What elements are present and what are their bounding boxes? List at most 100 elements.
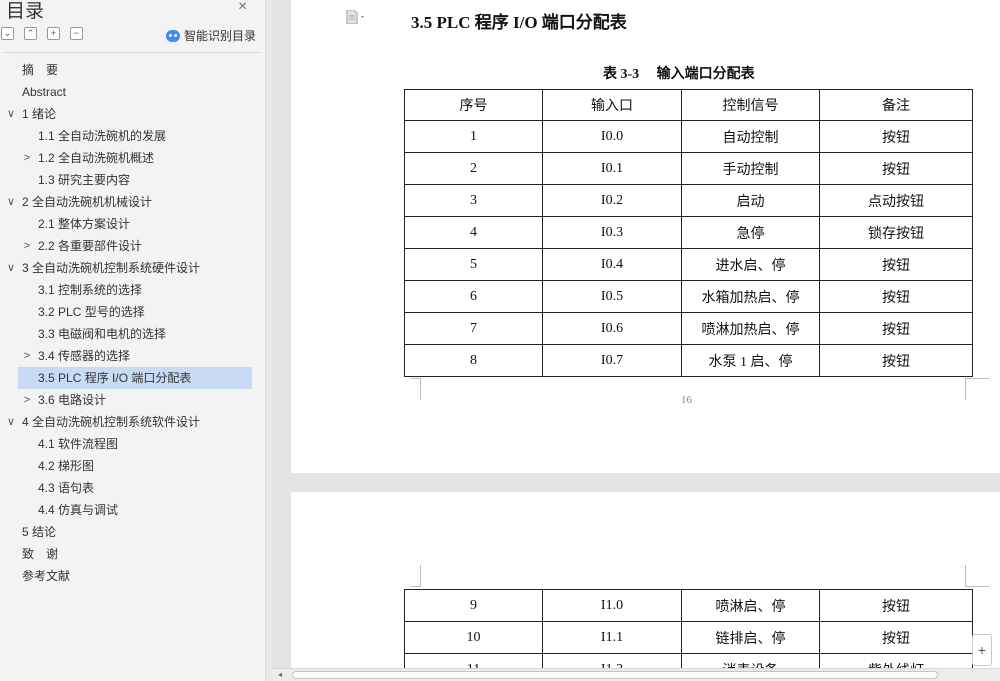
- table-cell: 6: [404, 280, 543, 313]
- scrollbar-thumb[interactable]: [292, 671, 938, 679]
- table-row: 1 I0.0 自动控制 按钮: [404, 120, 973, 153]
- toc-item[interactable]: 摘 要: [0, 59, 262, 81]
- scroll-left-icon[interactable]: ◂: [278, 670, 282, 679]
- toc-item[interactable]: 3.3 电磁阀和电机的选择: [0, 323, 262, 345]
- table-row: 2 I0.1 手动控制 按钮: [404, 152, 973, 185]
- smart-toc-label: 智能识别目录: [184, 29, 257, 43]
- smart-toc-button[interactable]: 智能识别目录: [166, 27, 256, 44]
- chevron-down-icon[interactable]: ∨: [6, 257, 16, 279]
- document-icon[interactable]: [345, 10, 367, 24]
- horizontal-scrollbar[interactable]: ◂: [272, 668, 1000, 681]
- chevron-right-icon[interactable]: >: [22, 389, 32, 411]
- table-cell: 按钮: [819, 621, 973, 654]
- toc-item[interactable]: 1.3 研究主要内容: [0, 169, 262, 191]
- chevron-down-icon[interactable]: ∨: [6, 411, 16, 433]
- table-cell: I0.4: [542, 248, 682, 281]
- toc-item[interactable]: ∨ 4 全自动洗碗机控制系统软件设计: [0, 411, 262, 433]
- toc-item[interactable]: 3.1 控制系统的选择: [0, 279, 262, 301]
- table-cell: I0.6: [542, 312, 682, 345]
- section-heading: 3.5 PLC 程序 I/O 端口分配表: [411, 13, 627, 32]
- table-cell: 按钮: [819, 344, 973, 377]
- toc-item-active[interactable]: 3.5 PLC 程序 I/O 端口分配表: [18, 367, 252, 389]
- collapse-all-icon[interactable]: ⌄: [1, 27, 14, 40]
- toc-item[interactable]: >1.2 全自动洗碗机概述: [0, 147, 262, 169]
- chevron-down-icon[interactable]: ∨: [6, 191, 16, 213]
- toc-item[interactable]: 4.3 语句表: [0, 477, 262, 499]
- toc-item[interactable]: >2.2 各重要部件设计: [0, 235, 262, 257]
- toc-item[interactable]: 4.1 软件流程图: [0, 433, 262, 455]
- toc-item[interactable]: 4.2 梯形图: [0, 455, 262, 477]
- table-row: 7 I0.6 喷淋加热启、停 按钮: [404, 312, 973, 345]
- document-page: 3.5 PLC 程序 I/O 端口分配表 表 3-3 输入端口分配表 序号 输入…: [291, 0, 1000, 473]
- table-cell: 7: [404, 312, 543, 345]
- expand-all-icon[interactable]: ⌃: [24, 27, 37, 40]
- table-cell: 按钮: [819, 248, 973, 281]
- chevron-right-icon[interactable]: >: [22, 235, 32, 257]
- table-cell: 进水启、停: [681, 248, 820, 281]
- table-header: 输入口: [542, 89, 682, 121]
- table-cell: 喷淋加热启、停: [681, 312, 820, 345]
- divider: [4, 52, 260, 53]
- table-cell: 8: [404, 344, 543, 377]
- table-header: 控制信号: [681, 89, 820, 121]
- ai-icon: [166, 29, 180, 42]
- table-cell: I0.1: [542, 152, 682, 185]
- table-cell: I0.2: [542, 184, 682, 217]
- crop-mark: [411, 565, 421, 587]
- table-cell: 按钮: [819, 120, 973, 153]
- toc-item[interactable]: 参考文献: [0, 565, 262, 587]
- zoom-plus-button[interactable]: +: [972, 634, 992, 666]
- io-table: 序号 输入口 控制信号 备注 1 I0.0 自动控制 按钮 2 I0.1 手动控制 按钮 3…: [404, 89, 973, 377]
- toc-list: 摘 要 Abstract ∨ 1 绪论 1.1 全自动洗碗机的发展 >1.2 全自…: [0, 59, 262, 587]
- table-row: 5 I0.4 进水启、停 按钮: [404, 248, 973, 281]
- table-cell: 1: [404, 120, 543, 153]
- table-cell: 9: [404, 589, 543, 622]
- table-cell: 手动控制: [681, 152, 820, 185]
- table-cell: 3: [404, 184, 543, 217]
- table-row: 4 I0.3 急停 锁存按钮: [404, 216, 973, 249]
- toc-item[interactable]: >3.6 电路设计: [0, 389, 262, 411]
- toc-item[interactable]: Abstract: [0, 81, 262, 103]
- table-row: 8 I0.7 水泵 1 启、停 按钮: [404, 344, 973, 377]
- table-row: 6 I0.5 水箱加热启、停 按钮: [404, 280, 973, 313]
- toc-item[interactable]: 3.2 PLC 型号的选择: [0, 301, 262, 323]
- table-cell: I0.7: [542, 344, 682, 377]
- toc-item[interactable]: ∨ 3 全自动洗碗机控制系统硬件设计: [0, 257, 262, 279]
- table-header: 序号: [404, 89, 543, 121]
- table-cell: 2: [404, 152, 543, 185]
- toc-item[interactable]: 4.4 仿真与调试: [0, 499, 262, 521]
- table-cell: 锁存按钮: [819, 216, 973, 249]
- toc-item[interactable]: ∨ 1 绪论: [0, 103, 262, 125]
- crop-mark: [411, 378, 421, 400]
- toc-item[interactable]: 2.1 整体方案设计: [0, 213, 262, 235]
- toc-item[interactable]: 1.1 全自动洗碗机的发展: [0, 125, 262, 147]
- table-cell: 5: [404, 248, 543, 281]
- table-row: 9 I1.0 喷淋启、停 按钮: [404, 589, 973, 622]
- chevron-right-icon[interactable]: >: [22, 345, 32, 367]
- crop-mark: [965, 378, 989, 400]
- table-cell: 自动控制: [681, 120, 820, 153]
- table-row: 3 I0.2 启动 点动按钮: [404, 184, 973, 217]
- chevron-down-icon[interactable]: ∨: [6, 103, 16, 125]
- remove-heading-icon[interactable]: −: [70, 27, 83, 40]
- add-heading-icon[interactable]: +: [47, 27, 60, 40]
- table-cell: 启动: [681, 184, 820, 217]
- document-page: 9I1.0喷淋启、停按钮 10I1.1链排启、停按钮 11I1.2消毒设备紫外线…: [291, 492, 1000, 681]
- table-cell: 急停: [681, 216, 820, 249]
- table-cell: I1.0: [542, 589, 682, 622]
- table-cell: 水箱加热启、停: [681, 280, 820, 313]
- close-icon[interactable]: ×: [238, 0, 247, 16]
- table-cell: 链排启、停: [681, 621, 820, 654]
- document-view: 3.5 PLC 程序 I/O 端口分配表 表 3-3 输入端口分配表 序号 输入…: [272, 0, 1000, 681]
- table-cell: I1.1: [542, 621, 682, 654]
- toc-item[interactable]: >3.4 传感器的选择: [0, 345, 262, 367]
- toc-item[interactable]: 5 结论: [0, 521, 262, 543]
- table-cell: 点动按钮: [819, 184, 973, 217]
- chevron-right-icon[interactable]: >: [22, 147, 32, 169]
- toc-item[interactable]: ∨ 2 全自动洗碗机机械设计: [0, 191, 262, 213]
- crop-mark: [965, 565, 989, 587]
- table-cell: 水泵 1 启、停: [681, 344, 820, 377]
- table-cell: I0.5: [542, 280, 682, 313]
- toc-item[interactable]: 致 谢: [0, 543, 262, 565]
- table-cell: I0.3: [542, 216, 682, 249]
